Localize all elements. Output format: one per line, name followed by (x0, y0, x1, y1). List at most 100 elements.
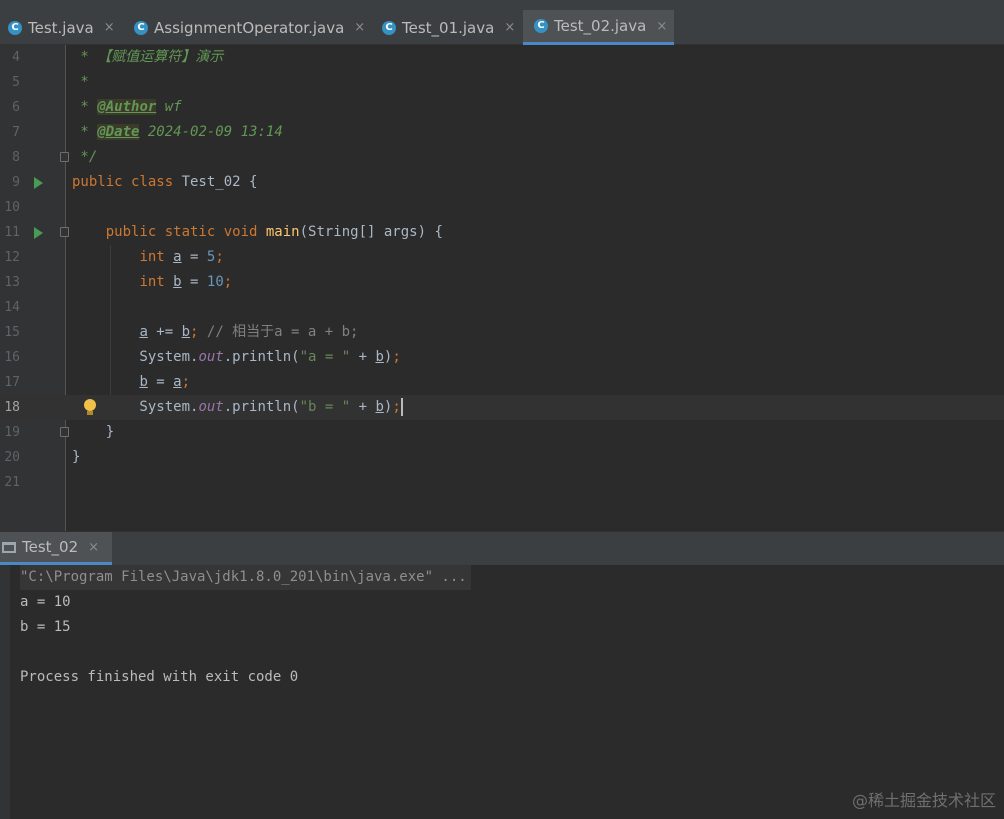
java-class-icon: C (382, 20, 396, 35)
close-icon[interactable]: × (656, 19, 667, 34)
code-token: ; (181, 374, 191, 390)
code-text: public class Test_02 { (72, 170, 257, 195)
code-token: System. (72, 349, 199, 365)
java-class-icon: C (134, 20, 148, 35)
code-token: b (375, 399, 384, 415)
line-number: 15 (4, 325, 20, 340)
code-line[interactable]: 5 * (0, 70, 1004, 95)
code-line[interactable]: 15 a += b; // 相当于a = a + b; (0, 320, 1004, 345)
code-token: Test_02 { (181, 174, 258, 190)
code-token: a (139, 324, 148, 340)
code-line[interactable]: 7 * @Date 2024-02-09 13:14 (0, 120, 1004, 145)
tab-label: Test.java (28, 18, 94, 37)
code-line[interactable]: 18 System.out.println("b = " + b); (0, 395, 1004, 420)
code-text: public static void main(String[] args) { (72, 220, 443, 245)
code-line[interactable]: 20} (0, 445, 1004, 470)
breadcrumb-strip (0, 0, 1004, 10)
line-number: 17 (4, 375, 20, 390)
tab-assignment-operator[interactable]: C AssignmentOperator.java × (126, 10, 372, 45)
code-token: .println( (223, 399, 300, 415)
close-icon[interactable]: × (354, 20, 365, 35)
code-line[interactable]: 16 System.out.println("a = " + b); (0, 345, 1004, 370)
fold-icon[interactable] (60, 427, 69, 437)
fold-icon[interactable] (60, 152, 69, 162)
line-number: 10 (4, 200, 20, 215)
code-token: = (181, 249, 207, 265)
code-text: System.out.println("a = " + b); (72, 345, 401, 370)
console-output-line: a = 10 (20, 594, 71, 610)
code-line[interactable]: 12 int a = 5; (0, 245, 1004, 270)
code-token: */ (72, 149, 98, 165)
code-token: ; (392, 349, 401, 365)
code-token: * (72, 99, 98, 115)
run-tab-label: Test_02 (22, 538, 79, 556)
fold-icon[interactable] (60, 227, 69, 237)
code-line[interactable]: 21 (0, 470, 1004, 495)
code-token: public class (72, 174, 182, 190)
close-icon[interactable]: × (504, 20, 515, 35)
code-token: ; (215, 249, 224, 265)
code-line[interactable]: 4 * 【赋值运算符】演示 (0, 45, 1004, 70)
code-line[interactable]: 13 int b = 10; (0, 270, 1004, 295)
code-text: a += b; // 相当于a = a + b; (72, 320, 358, 345)
code-token: @Author (97, 99, 157, 115)
line-number: 20 (4, 450, 20, 465)
code-token: = (181, 274, 207, 290)
code-token: += (147, 324, 182, 340)
tab-test-02[interactable]: C Test_02.java × (523, 10, 674, 45)
code-token: int (139, 274, 174, 290)
line-number: 11 (4, 225, 20, 240)
code-line[interactable]: 9 public class Test_02 { (0, 170, 1004, 195)
code-token: (String[] args) { (299, 224, 443, 240)
code-token: ; (190, 324, 207, 340)
run-gutter-icon[interactable] (34, 177, 43, 189)
code-line[interactable]: 19 } (0, 420, 1004, 445)
code-token: wf (156, 99, 182, 115)
code-token: = (147, 374, 174, 390)
close-icon[interactable]: × (88, 540, 99, 555)
code-line[interactable]: 14 (0, 295, 1004, 320)
line-number: 9 (12, 175, 20, 190)
code-line[interactable]: 6 * @Author wf (0, 95, 1004, 120)
line-number: 14 (4, 300, 20, 315)
code-token: "a = " (299, 349, 351, 365)
run-gutter-icon[interactable] (34, 227, 43, 239)
close-icon[interactable]: × (104, 20, 115, 35)
code-line[interactable]: 11 public static void main(String[] args… (0, 220, 1004, 245)
tab-label: Test_01.java (402, 18, 495, 37)
code-line[interactable]: 10 (0, 195, 1004, 220)
line-number: 16 (4, 350, 20, 365)
code-editor[interactable]: 4 * 【赋值运算符】演示 5 * 6 * @Author wf 7 * @Date … (0, 45, 1004, 531)
code-line[interactable]: 8 */ (0, 145, 1004, 170)
code-token: b (173, 274, 182, 290)
code-text: */ (72, 145, 97, 170)
java-class-icon: C (8, 20, 22, 35)
code-token: + (350, 349, 376, 365)
run-tab-test-02[interactable]: Test_02 × (0, 532, 112, 565)
code-text: b = a; (72, 370, 190, 395)
line-number: 13 (4, 275, 20, 290)
console-gutter (0, 565, 10, 819)
run-panel-header: Test_02 × (0, 531, 1004, 565)
code-line[interactable]: 17 b = a; (0, 370, 1004, 395)
code-text: * @Author wf (72, 95, 182, 120)
code-token: b (181, 324, 191, 340)
line-number: 4 (12, 50, 20, 65)
tab-test-java[interactable]: C Test.java × (0, 10, 124, 45)
tab-test-01[interactable]: C Test_01.java × (374, 10, 522, 45)
code-token: * 【赋值运算符】演示 (72, 49, 224, 65)
tab-label: AssignmentOperator.java (154, 18, 345, 37)
code-token: 10 (206, 274, 224, 290)
line-number: 18 (4, 400, 20, 415)
line-number: 12 (4, 250, 20, 265)
run-console[interactable]: "C:\Program Files\Java\jdk1.8.0_201\bin\… (0, 565, 1004, 819)
code-token: main (265, 224, 300, 240)
code-token: // 相当于a = a + b; (206, 324, 359, 340)
code-text: * (72, 70, 88, 95)
line-number: 7 (12, 125, 20, 140)
code-token: System. (72, 399, 199, 415)
